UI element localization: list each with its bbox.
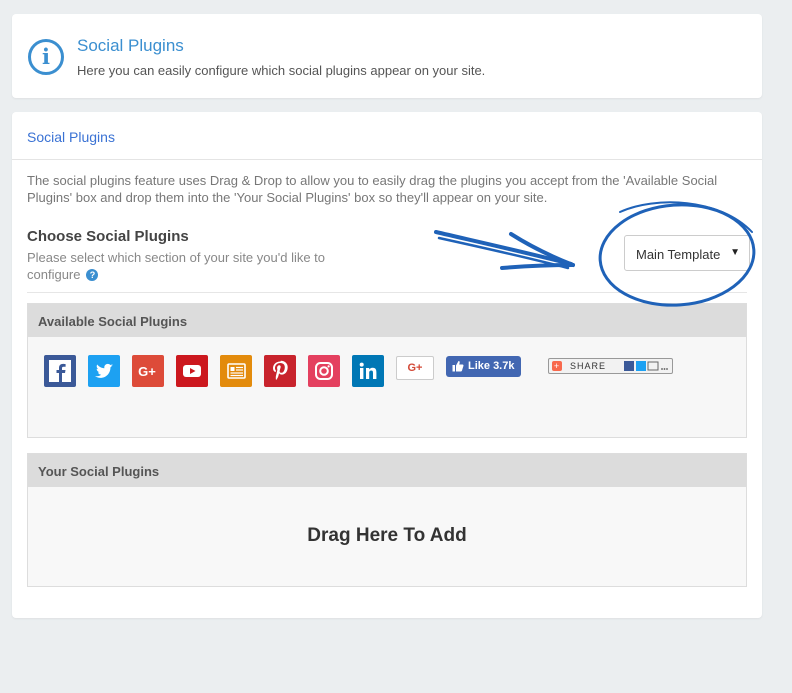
choose-plugins-help: Please select which section of your site…	[27, 249, 357, 283]
choose-plugins-title: Choose Social Plugins	[27, 228, 189, 245]
your-plugins-box[interactable]: Your Social Plugins Drag Here To Add	[27, 453, 747, 587]
share-services-icons	[624, 361, 668, 371]
available-plugins-title: Available Social Plugins	[28, 304, 746, 337]
linkedin-icon	[359, 362, 377, 379]
email-mini-icon	[647, 361, 659, 371]
panel-title: Social Plugins	[27, 129, 115, 145]
page-header-card: i Social Plugins Here you can easily con…	[12, 14, 762, 98]
page-title: Social Plugins	[77, 36, 184, 55]
instagram-icon	[315, 362, 333, 380]
pinterest-icon	[273, 360, 288, 380]
social-plugins-panel: Social Plugins The social plugins featur…	[12, 112, 762, 618]
facebook-like-plugin[interactable]: Like 3.7k	[446, 356, 521, 377]
rss-feed-plugin[interactable]	[220, 355, 252, 387]
caret-down-icon: ▼	[730, 247, 740, 258]
youtube-icon	[183, 365, 201, 377]
facebook-like-label: Like 3.7k	[468, 360, 515, 372]
news-feed-icon	[227, 363, 246, 379]
question-icon[interactable]: ?	[86, 269, 99, 281]
instagram-plugin[interactable]	[308, 355, 340, 387]
drop-zone-label: Drag Here To Add	[307, 525, 467, 546]
google-plus-button-plugin[interactable]: G+	[396, 356, 434, 380]
facebook-icon	[49, 360, 71, 382]
info-icon: i	[28, 39, 64, 75]
twitter-icon	[95, 363, 113, 378]
share-button-plugin[interactable]: + SHARE	[548, 358, 673, 374]
share-button-label: SHARE	[570, 361, 607, 371]
facebook-plugin[interactable]	[44, 355, 76, 387]
pinterest-plugin[interactable]	[264, 355, 296, 387]
page-subtitle: Here you can easily configure which soci…	[77, 63, 486, 78]
share-plus-icon: +	[552, 361, 562, 371]
your-plugins-title: Your Social Plugins	[28, 454, 746, 487]
facebook-mini-icon	[624, 361, 634, 371]
section-select[interactable]: Main Template ▼	[624, 235, 750, 271]
available-plugins-list: G+ G+ Like 3.7k + SHARE	[28, 337, 746, 437]
section-select-value: Main Template	[636, 247, 721, 262]
choose-plugins-help-text: Please select which section of your site…	[27, 250, 326, 282]
svg-text:G+: G+	[138, 364, 156, 379]
available-plugins-box: Available Social Plugins G+ G+ Like 3.7k…	[27, 303, 747, 438]
google-plus-plugin[interactable]: G+	[132, 355, 164, 387]
google-plus-icon: G+	[138, 364, 156, 379]
youtube-plugin[interactable]	[176, 355, 208, 387]
panel-description: The social plugins feature uses Drag & D…	[27, 173, 718, 205]
twitter-plugin[interactable]	[88, 355, 120, 387]
linkedin-plugin[interactable]	[352, 355, 384, 387]
panel-divider	[12, 159, 762, 160]
plugins-drop-zone[interactable]: Drag Here To Add	[28, 487, 746, 586]
twitter-mini-icon	[636, 361, 646, 371]
thumbs-up-icon	[452, 361, 464, 372]
choose-divider	[27, 292, 747, 293]
